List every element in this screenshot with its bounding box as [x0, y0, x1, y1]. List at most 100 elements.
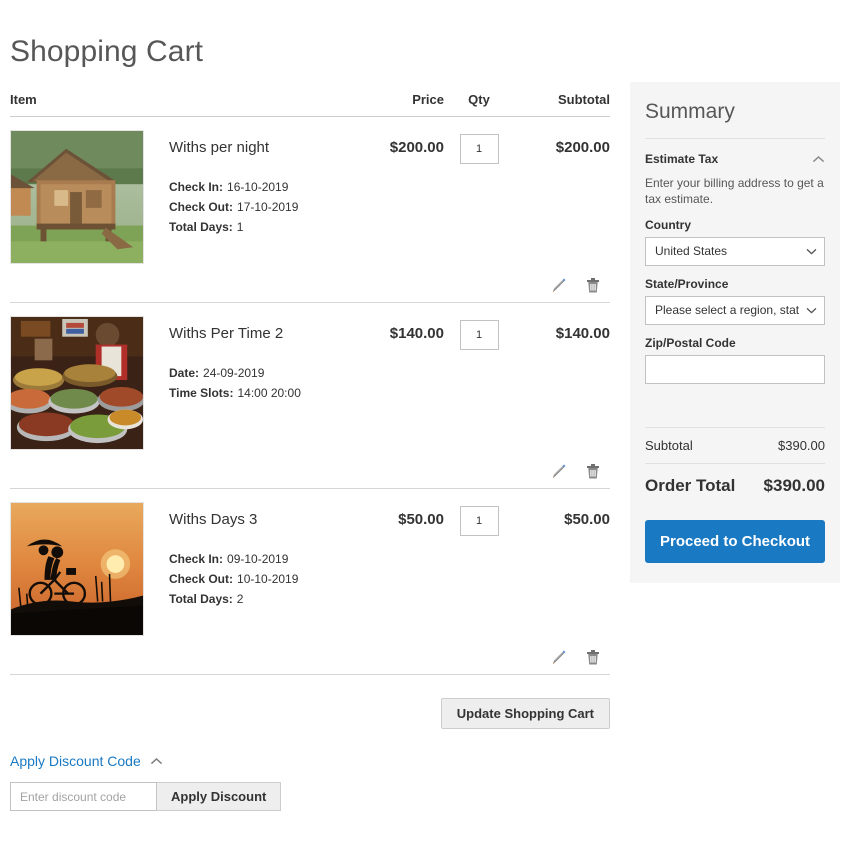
- option-row: Check Out:17-10-2019: [169, 197, 352, 217]
- estimate-tax-note: Enter your billing address to get a tax …: [645, 175, 825, 207]
- edit-pencil-icon[interactable]: [551, 463, 567, 480]
- option-value: 17-10-2019: [233, 200, 298, 214]
- summary-title: Summary: [645, 99, 825, 139]
- discount-code-input[interactable]: [10, 782, 157, 811]
- apply-discount-code-toggle[interactable]: Apply Discount Code: [10, 753, 163, 769]
- update-shopping-cart-button[interactable]: Update Shopping Cart: [441, 698, 610, 729]
- apply-discount-button[interactable]: Apply Discount: [157, 782, 281, 811]
- option-key: Check Out:: [169, 200, 233, 214]
- edit-pencil-icon[interactable]: [551, 277, 567, 294]
- estimate-tax-label: Estimate Tax: [645, 152, 718, 166]
- country-label: Country: [645, 218, 825, 232]
- option-row: Check In:09-10-2019: [169, 549, 352, 569]
- product-options: Check In:16-10-2019 Check Out:17-10-2019…: [169, 177, 352, 237]
- page-title: Shopping Cart: [10, 32, 203, 72]
- option-key: Date:: [169, 366, 199, 380]
- product-name[interactable]: Withs Days 3: [169, 510, 352, 530]
- option-key: Total Days:: [169, 220, 233, 234]
- option-key: Check In:: [169, 180, 223, 194]
- option-row: Total Days:2: [169, 589, 352, 609]
- column-header-subtotal: Subtotal: [514, 92, 610, 107]
- zip-field: Zip/Postal Code: [645, 336, 825, 384]
- delete-trash-icon[interactable]: [585, 463, 601, 480]
- option-key: Total Days:: [169, 592, 233, 606]
- product-qty-cell: [444, 316, 514, 350]
- product-name[interactable]: Withs Per Time 2: [169, 324, 352, 344]
- delete-trash-icon[interactable]: [585, 649, 601, 666]
- product-name[interactable]: Withs per night: [169, 138, 352, 158]
- cart-item-row: Withs Per Time 2 Date:24-09-2019 Time Sl…: [10, 303, 610, 489]
- column-header-price: Price: [352, 92, 444, 107]
- column-header-qty: Qty: [444, 92, 514, 107]
- summary-totals: Subtotal $390.00 Order Total $390.00: [645, 427, 825, 502]
- row-actions: [10, 274, 610, 296]
- product-options: Check In:09-10-2019 Check Out:10-10-2019…: [169, 549, 352, 609]
- option-key: Check Out:: [169, 572, 233, 586]
- product-thumbnail[interactable]: [10, 130, 144, 264]
- shopping-cart-page: Shopping Cart Item Price Qty Subtotal: [0, 0, 850, 850]
- state-field: State/Province Please select a region, s…: [645, 277, 825, 325]
- country-select[interactable]: United States: [645, 237, 825, 266]
- cart-table: Item Price Qty Subtotal: [10, 92, 610, 811]
- column-header-item: Item: [10, 92, 352, 107]
- product-price: $50.00: [352, 502, 444, 528]
- country-field: Country United States: [645, 218, 825, 266]
- zip-input[interactable]: [645, 355, 825, 384]
- option-value: 10-10-2019: [233, 572, 298, 586]
- delete-trash-icon[interactable]: [585, 277, 601, 294]
- option-value: 1: [233, 220, 244, 234]
- sunset-cyclist-photo-icon: [11, 503, 143, 635]
- option-row: Date:24-09-2019: [169, 363, 352, 383]
- row-actions: [10, 646, 610, 668]
- state-select[interactable]: Please select a region, stat: [645, 296, 825, 325]
- discount-form: Apply Discount: [10, 782, 610, 811]
- product-subtotal: $200.00: [514, 130, 610, 156]
- estimate-tax-toggle[interactable]: Estimate Tax: [645, 152, 825, 166]
- state-label: State/Province: [645, 277, 825, 291]
- zip-label: Zip/Postal Code: [645, 336, 825, 350]
- order-summary-panel: Summary Estimate Tax Enter your billing …: [630, 82, 840, 583]
- option-value: 14:00 20:00: [233, 386, 300, 400]
- subtotal-label: Subtotal: [645, 438, 693, 453]
- food-market-photo-icon: [11, 317, 143, 449]
- cart-main-actions: Update Shopping Cart: [10, 698, 610, 729]
- qty-input[interactable]: [460, 134, 499, 164]
- cart-table-header: Item Price Qty Subtotal: [10, 92, 610, 117]
- option-value: 2: [233, 592, 244, 606]
- option-value: 24-09-2019: [199, 366, 264, 380]
- product-price: $140.00: [352, 316, 444, 342]
- order-total-label: Order Total: [645, 476, 735, 496]
- option-row: Total Days:1: [169, 217, 352, 237]
- proceed-to-checkout-button[interactable]: Proceed to Checkout: [645, 520, 825, 563]
- order-total-value: $390.00: [764, 476, 825, 496]
- product-price: $200.00: [352, 130, 444, 156]
- cart-item-row: Withs per night Check In:16-10-2019 Chec…: [10, 117, 610, 303]
- cabin-photo-icon: [11, 131, 143, 263]
- qty-input[interactable]: [460, 320, 499, 350]
- row-actions: [10, 460, 610, 482]
- product-qty-cell: [444, 130, 514, 164]
- option-row: Check In:16-10-2019: [169, 177, 352, 197]
- option-row: Time Slots:14:00 20:00: [169, 383, 352, 403]
- product-subtotal: $50.00: [514, 502, 610, 528]
- option-key: Time Slots:: [169, 386, 233, 400]
- qty-input[interactable]: [460, 506, 499, 536]
- chevron-up-icon: [812, 155, 825, 164]
- product-options: Date:24-09-2019 Time Slots:14:00 20:00: [169, 363, 352, 403]
- cart-item-row: Withs Days 3 Check In:09-10-2019 Check O…: [10, 489, 610, 675]
- subtotal-row: Subtotal $390.00: [645, 428, 825, 464]
- edit-pencil-icon[interactable]: [551, 649, 567, 666]
- product-qty-cell: [444, 502, 514, 536]
- chevron-up-icon: [150, 757, 163, 766]
- order-total-row: Order Total $390.00: [645, 464, 825, 502]
- option-key: Check In:: [169, 552, 223, 566]
- apply-discount-code-label: Apply Discount Code: [10, 753, 141, 769]
- option-value: 16-10-2019: [223, 180, 288, 194]
- discount-block: Apply Discount Code Apply Discount: [10, 753, 610, 811]
- product-subtotal: $140.00: [514, 316, 610, 342]
- option-value: 09-10-2019: [223, 552, 288, 566]
- product-thumbnail[interactable]: [10, 502, 144, 636]
- option-row: Check Out:10-10-2019: [169, 569, 352, 589]
- product-thumbnail[interactable]: [10, 316, 144, 450]
- subtotal-value: $390.00: [778, 438, 825, 453]
